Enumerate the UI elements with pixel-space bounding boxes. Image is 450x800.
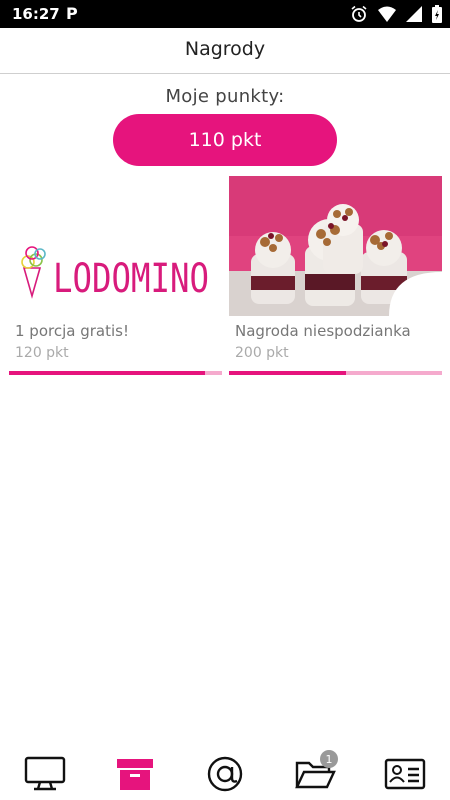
reward-progress-bar <box>229 371 442 375</box>
points-balance-button[interactable]: 110 pkt <box>113 114 337 166</box>
status-time: 16:27 <box>12 5 60 23</box>
dessert-photo <box>229 176 442 316</box>
signal-icon <box>406 6 422 22</box>
at-sign-icon <box>207 756 243 792</box>
wifi-icon <box>378 6 396 22</box>
reward-title: Nagroda niespodzianka <box>235 322 411 340</box>
reward-cost: 120 pkt <box>15 345 69 361</box>
lodomino-brand-text: LODOMINO <box>53 256 209 302</box>
notification-badge: 1 <box>320 750 338 768</box>
reward-cost: 200 pkt <box>235 345 289 361</box>
lodomino-logo: LODOMINO <box>9 176 222 316</box>
nav-rewards[interactable] <box>110 752 160 796</box>
parking-app-icon: P <box>66 4 78 23</box>
reward-card[interactable]: Nagroda niespodzianka 200 pkt <box>229 176 442 376</box>
nav-contact[interactable] <box>200 752 250 796</box>
points-label: Moje punkty: <box>165 86 285 107</box>
reward-title: 1 porcja gratis! <box>15 322 129 340</box>
nav-documents[interactable]: 1 <box>290 750 340 796</box>
reward-progress-bar <box>9 371 222 375</box>
reward-image <box>229 176 442 316</box>
page-title: Nagrody <box>184 38 266 60</box>
nav-profile[interactable] <box>380 752 430 796</box>
bottom-nav: 1 <box>0 748 450 800</box>
nav-monitor[interactable] <box>20 752 70 796</box>
id-card-icon <box>384 758 426 790</box>
reward-image: LODOMINO <box>9 176 222 316</box>
monitor-icon <box>24 756 66 791</box>
archive-box-icon <box>117 759 153 790</box>
points-value: 110 pkt <box>188 129 262 151</box>
battery-charging-icon <box>432 5 442 23</box>
status-bar: 16:27 P <box>0 0 450 28</box>
alarm-icon <box>351 5 367 22</box>
reward-card[interactable]: LODOMINO 1 porcja gratis! 120 pkt <box>9 176 222 376</box>
reward-progress-fill <box>9 371 205 375</box>
app-header: Nagrody <box>0 28 450 74</box>
reward-progress-fill <box>229 371 347 375</box>
status-icons <box>350 5 442 23</box>
